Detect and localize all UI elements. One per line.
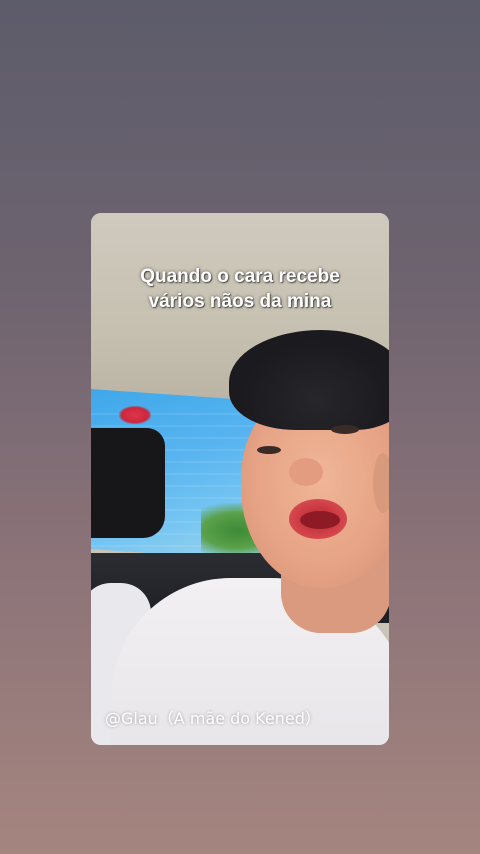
- caption-line-1: Quando o cara recebe: [140, 266, 340, 287]
- video-player[interactable]: Quando o cara recebe vários nãos da mina…: [91, 213, 389, 745]
- nose: [289, 458, 323, 486]
- creator-watermark: @Glau（A mãe do Kened）: [105, 709, 321, 728]
- ear: [373, 453, 389, 513]
- right-eye: [331, 425, 359, 434]
- left-eye: [257, 446, 281, 454]
- window-sticker: [119, 406, 151, 424]
- caption-line-2: vários nãos da mina: [148, 291, 332, 312]
- video-caption: Quando o cara recebe vários nãos da mina: [91, 264, 389, 314]
- seat-headrest: [91, 428, 165, 538]
- mouth-inner: [300, 511, 340, 529]
